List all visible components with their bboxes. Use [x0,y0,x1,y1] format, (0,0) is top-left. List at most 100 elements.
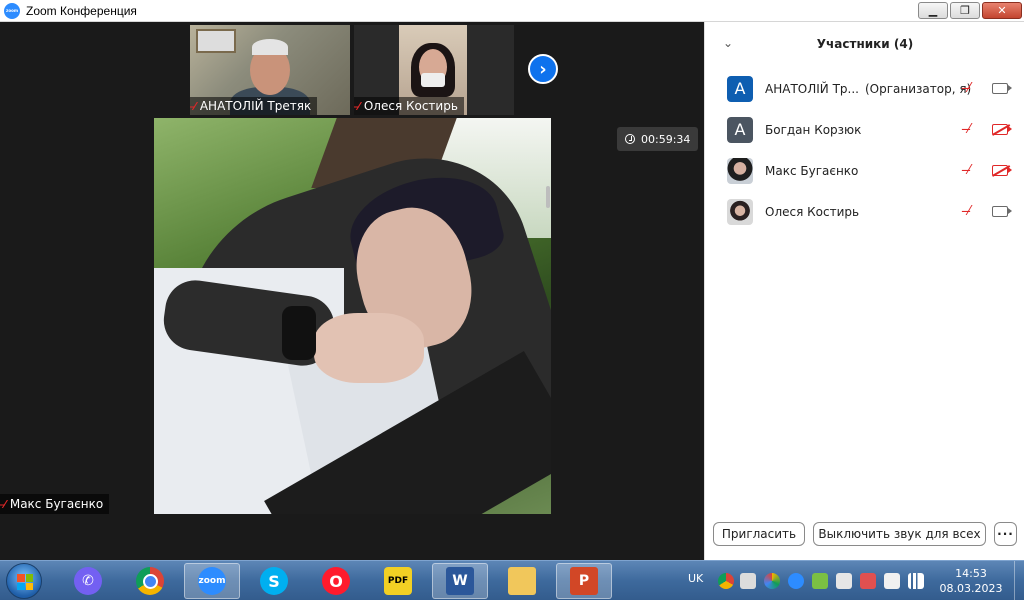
meeting-timer: 00:59:34 [617,127,699,151]
taskbar-zoom[interactable]: zoom [184,563,240,599]
notification-icon[interactable] [860,573,876,589]
camera-off-icon[interactable] [992,124,1012,135]
pdf-icon: PDF [384,567,412,595]
mic-muted-icon[interactable]: ⁄̶ [968,122,970,137]
participant-name: Макс Бугаєнко [765,163,859,178]
windows-logo-icon [17,574,33,590]
resize-handle[interactable] [546,186,550,208]
avatar-letter: A [734,120,746,139]
participant-row[interactable]: Олеся Костирь ⁄̶ [705,191,1024,232]
taskbar-viber[interactable]: ✆ [60,563,116,599]
word-icon: W [446,567,474,595]
taskbar-pdf[interactable]: PDF [370,563,426,599]
mute-all-button[interactable]: Выключить звук для всех [813,522,986,546]
active-speaker-name-label: ⁄̶ Макс Бугаєнко [0,494,110,514]
thumbnail-name: АНАТОЛІЙ Третяк [199,99,312,113]
avatar: A [727,116,753,143]
video-hand [314,313,424,383]
skype-icon: S [260,567,288,595]
skype-icon-label: S [268,571,280,591]
participant-role: (Организатор, я) [864,81,972,96]
clock-time: 14:53 [955,567,987,580]
zoom-icon: zoom [198,567,226,595]
clock-date: 08.03.2023 [939,582,1003,595]
volume-icon[interactable] [836,573,852,589]
participant-row[interactable]: Макс Бугаєнко ⁄̶ [705,150,1024,191]
active-speaker-video[interactable] [154,118,551,514]
window-title: Zoom Конференция [26,3,137,18]
pdf-icon-label: PDF [387,576,409,586]
avatar-letter: A [734,79,746,98]
camera-icon[interactable] [992,206,1012,217]
participant-name: Богдан Корзюк [765,122,862,137]
invite-button[interactable]: Пригласить [713,522,805,546]
minimize-button[interactable]: ▁ [918,2,948,19]
zoom-tray-icon[interactable] [788,573,804,589]
participants-footer: Пригласить Выключить звук для всех ··· [705,522,1024,548]
photos-tray-icon[interactable] [764,573,780,589]
zoom-icon-label: zoom [198,576,226,586]
taskbar-skype[interactable]: S [246,563,302,599]
taskbar-word[interactable]: W [432,563,488,599]
participant-name: АНАТОЛІЙ Тр... (Организатор, я) [765,82,971,96]
next-page-chevron-icon[interactable]: › [528,54,558,84]
language-indicator[interactable]: UK [688,572,703,585]
powerpoint-icon-label: P [578,573,590,589]
signal-strength-icon[interactable] [908,573,924,589]
system-tray: UK 14:53 08.03.2023 [682,561,1024,600]
powerpoint-icon: P [570,567,598,595]
mic-muted-icon: ⁄̶ [194,99,196,113]
participants-title: Участники (4) [816,37,914,51]
participants-header: ⌄ Участники (4) [705,22,1024,66]
maximize-button[interactable]: ❐ [950,2,980,19]
more-options-button[interactable]: ··· [994,522,1017,546]
chrome-tray-icon[interactable] [718,573,734,589]
logo-text: zoom [6,8,18,13]
mic-muted-icon[interactable]: ⁄̶ [968,163,970,178]
thumbnail-name-label: ⁄̶ Олеся Костирь [354,97,464,115]
camera-off-icon[interactable] [992,165,1012,176]
taskbar-chrome[interactable] [122,563,178,599]
security-tray-icon[interactable] [812,573,828,589]
windows-taskbar: ✆ zoom S O PDF W P UK 14:53 08.03.2023 [0,560,1024,600]
participant-hair [252,39,288,55]
thumbnail-video-olesia[interactable]: ⁄̶ Олеся Костирь [354,25,514,115]
video-area: ⁄̶ АНАТОЛІЙ Третяк ⁄̶ Олеся Костирь › 00… [0,22,704,560]
taskbar-clock[interactable]: 14:53 08.03.2023 [936,566,1006,596]
thumbnail-name-label: ⁄̶ АНАТОЛІЙ Третяк [190,97,318,115]
zoom-logo-icon: zoom [4,2,20,19]
start-button[interactable] [6,563,42,599]
chrome-icon [136,567,164,595]
network-tray-icon[interactable] [740,573,756,589]
active-speaker-name: Макс Бугаєнко [9,497,104,511]
participants-list: A АНАТОЛІЙ Тр... (Организатор, я) ⁄̶ A Бо… [705,68,1024,232]
mic-muted-icon[interactable]: ⁄̶ [968,81,970,96]
timer-value: 00:59:34 [641,132,691,146]
background-picture [196,29,236,53]
mic-muted-icon[interactable]: ⁄̶ [968,204,970,219]
avatar [727,198,753,225]
folder-icon [508,567,536,595]
window-controls: ▁ ❐ ✕ [918,2,1022,19]
camera-icon[interactable] [992,83,1012,94]
thumbnail-strip: ⁄̶ АНАТОЛІЙ Третяк ⁄̶ Олеся Костирь [190,25,516,115]
taskbar-explorer[interactable] [494,563,550,599]
participant-row[interactable]: A Богдан Корзюк ⁄̶ [705,109,1024,150]
taskbar-powerpoint[interactable]: P [556,563,612,599]
show-desktop-button[interactable] [1014,561,1024,600]
word-icon-label: W [452,573,468,589]
video-watch [282,306,316,360]
taskbar-opera[interactable]: O [308,563,364,599]
opera-icon-label: O [329,571,343,591]
avatar [727,157,753,184]
participant-row[interactable]: A АНАТОЛІЙ Тр... (Организатор, я) ⁄̶ [705,68,1024,109]
thumbnail-video-anatolii[interactable]: ⁄̶ АНАТОЛІЙ Третяк [190,25,350,115]
chevron-down-icon[interactable]: ⌄ [723,36,733,50]
mic-muted-icon: ⁄̶ [358,99,360,113]
avatar: A [727,75,753,102]
participant-name-text: АНАТОЛІЙ Тр... [765,81,859,96]
mic-muted-icon: ⁄̶ [4,497,6,511]
usb-device-icon[interactable] [884,573,900,589]
participant-mask [421,73,445,87]
close-button[interactable]: ✕ [982,2,1022,19]
